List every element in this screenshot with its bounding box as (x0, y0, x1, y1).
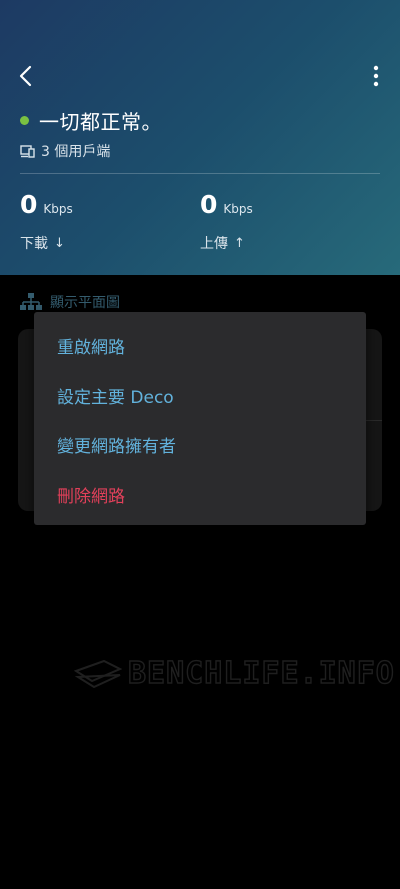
device-icon (20, 144, 35, 158)
menu-item-restart-network[interactable]: 重啟網路 (34, 321, 366, 369)
network-header: 一切都正常。 3 個用戶端 0 Kbps 下載 ↓ 0 Kbps 上傳 ↑ (0, 0, 400, 275)
header-divider (20, 173, 380, 174)
deco-card-divider (365, 420, 382, 421)
watermark-text: BENCHLIFE.INFO (127, 655, 395, 691)
network-tree-icon (20, 293, 42, 310)
clients-label: 3 個用戶端 (41, 144, 111, 160)
chevron-left-icon (19, 65, 32, 87)
menu-item-delete-network[interactable]: 刪除網路 (34, 470, 366, 518)
upload-speed-unit: Kbps (223, 202, 253, 216)
menu-item-set-main-deco[interactable]: 設定主要 Deco (34, 371, 366, 419)
status-ok-dot (20, 116, 29, 125)
download-speed-unit: Kbps (43, 202, 73, 216)
upload-label-text: 上傳 (200, 236, 228, 252)
upload-speed: 0 Kbps (200, 190, 253, 219)
upload-arrow-icon: ↑ (234, 235, 245, 251)
upload-speed-value: 0 (200, 190, 218, 219)
more-options-button[interactable] (364, 62, 388, 90)
clients-count[interactable]: 3 個用戶端 (20, 141, 110, 161)
download-speed: 0 Kbps (20, 190, 73, 219)
app-screen: 一切都正常。 3 個用戶端 0 Kbps 下載 ↓ 0 Kbps 上傳 ↑ 顯示… (0, 0, 400, 889)
overflow-menu: 重啟網路 設定主要 Deco 變更網路擁有者 刪除網路 (34, 312, 366, 525)
watermark-logo-icon (74, 659, 122, 688)
menu-item-change-owner[interactable]: 變更網路擁有者 (34, 420, 366, 468)
network-status: 一切都正常。 (20, 106, 162, 135)
show-floorplan-label: 顯示平面圖 (50, 295, 120, 311)
download-label: 下載 ↓ (20, 233, 65, 253)
download-speed-value: 0 (20, 190, 38, 219)
status-text: 一切都正常。 (39, 110, 162, 134)
download-arrow-icon: ↓ (54, 235, 65, 251)
download-label-text: 下載 (20, 236, 48, 252)
show-floorplan-link[interactable]: 顯示平面圖 (20, 292, 120, 312)
more-vertical-icon (373, 65, 379, 87)
watermark: BENCHLIFE.INFO (74, 655, 395, 692)
back-button[interactable] (12, 62, 40, 90)
upload-label: 上傳 ↑ (200, 233, 245, 253)
